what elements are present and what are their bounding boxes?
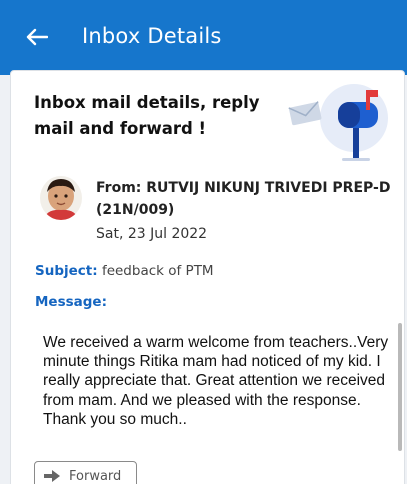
back-button[interactable] bbox=[24, 24, 50, 50]
subject-row: Subject: feedback of PTM bbox=[35, 263, 214, 279]
subject-value: feedback of PTM bbox=[101, 263, 214, 279]
subject-label: Subject: bbox=[35, 263, 98, 279]
mailbox-illustration bbox=[288, 84, 388, 161]
card-header-text: Inbox mail details, reply mail and forwa… bbox=[34, 93, 260, 138]
message-scrollbar[interactable] bbox=[398, 323, 402, 451]
arrow-right-icon bbox=[44, 470, 60, 482]
page-title: Inbox Details bbox=[82, 24, 222, 48]
app-bar: Inbox Details bbox=[0, 0, 407, 75]
message-body: We received a warm welcome from teachers… bbox=[43, 334, 389, 428]
mail-date: Sat, 23 Jul 2022 bbox=[96, 226, 208, 242]
forward-label: Forward bbox=[69, 468, 122, 484]
message-label: Message: bbox=[35, 294, 107, 310]
sender-avatar bbox=[40, 176, 82, 220]
arrow-left-icon bbox=[26, 28, 48, 46]
forward-button[interactable]: Forward bbox=[34, 461, 137, 484]
sender-from: From: RUTVIJ NIKUNJ TRIVEDI PREP-D (21N/… bbox=[96, 180, 391, 218]
